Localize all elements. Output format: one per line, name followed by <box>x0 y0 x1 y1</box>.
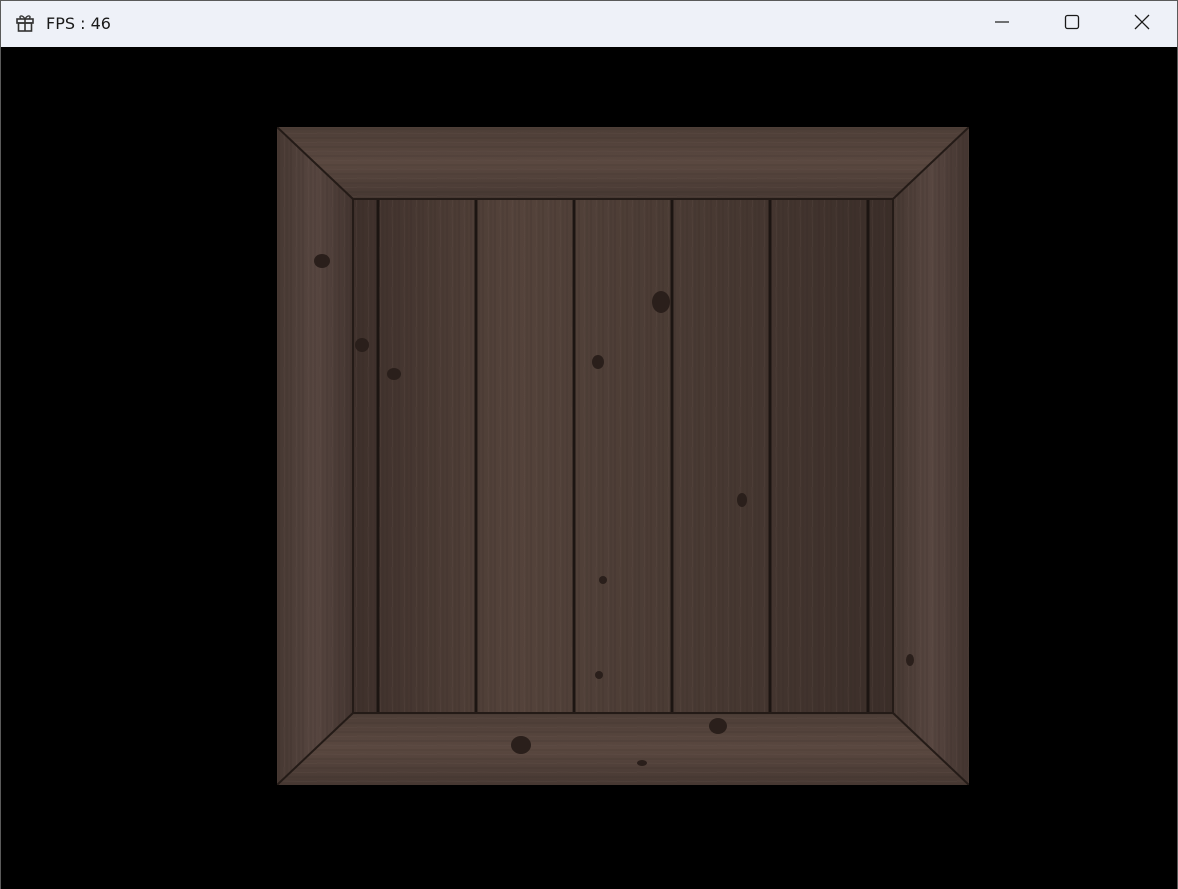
close-button[interactable] <box>1107 1 1177 47</box>
maximize-button[interactable] <box>1037 1 1107 47</box>
render-viewport[interactable] <box>1 47 1177 889</box>
title-bar[interactable]: FPS : 46 <box>1 1 1177 47</box>
minimize-button[interactable] <box>967 1 1037 47</box>
gift-box-icon <box>15 13 35 33</box>
close-icon <box>1134 14 1150 35</box>
app-window: FPS : 46 <box>0 0 1178 889</box>
wooden-crate <box>277 127 969 785</box>
minimize-icon <box>994 14 1010 35</box>
maximize-icon <box>1064 14 1080 35</box>
window-title: FPS : 46 <box>46 14 111 33</box>
